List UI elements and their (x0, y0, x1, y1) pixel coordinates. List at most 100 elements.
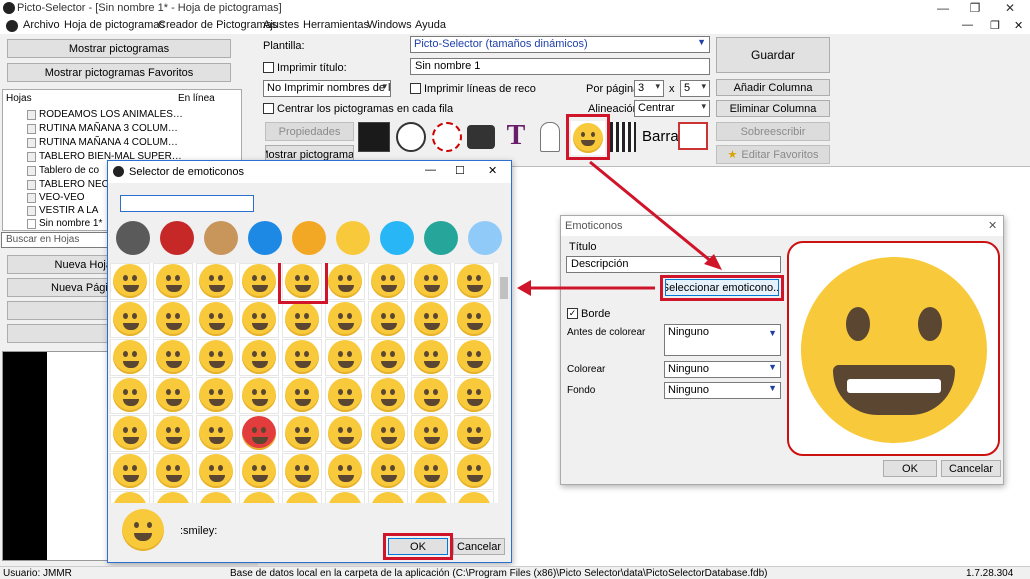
emoji-cell[interactable] (153, 263, 193, 300)
emoji-cell[interactable] (239, 453, 279, 490)
emoji-cell[interactable] (239, 377, 279, 414)
emoji-cell[interactable] (454, 415, 494, 452)
status-version: 1.7.28.304 (966, 568, 1014, 579)
emoji-face-icon (242, 378, 276, 412)
emoji-cell[interactable] (110, 263, 150, 300)
emoji-face-icon (457, 264, 491, 298)
bread-icon[interactable] (204, 221, 238, 255)
emoji-cell[interactable] (153, 339, 193, 376)
selector-cancel-button[interactable]: Cancelar (453, 538, 505, 555)
emoji-face-icon (285, 454, 319, 488)
emoji-cell[interactable] (325, 339, 365, 376)
emoji-cell[interactable] (282, 377, 322, 414)
emoji-cell[interactable] (368, 263, 408, 300)
emoji-cell[interactable] (368, 491, 408, 503)
emoji-cell[interactable] (196, 339, 236, 376)
emoji-cell[interactable] (239, 491, 279, 503)
globe-icon[interactable] (248, 221, 282, 255)
emoji-face-icon (371, 454, 405, 488)
emoji-cell[interactable] (368, 339, 408, 376)
status-user: Usuario: JMMR (3, 568, 72, 579)
emoji-cell[interactable] (196, 453, 236, 490)
emoji-cell[interactable] (411, 263, 451, 300)
emoji-cell[interactable] (153, 491, 193, 503)
emoji-cell[interactable] (325, 491, 365, 503)
emoji-cell[interactable] (282, 339, 322, 376)
emoji-cell[interactable] (325, 377, 365, 414)
category-bar (110, 219, 510, 259)
emoji-cell[interactable] (411, 453, 451, 490)
emoji-cell[interactable] (110, 453, 150, 490)
selector-maximize-button[interactable]: ☐ (455, 164, 465, 177)
emoji-cell[interactable] (110, 339, 150, 376)
emoji-cell[interactable] (454, 453, 494, 490)
emoji-cell[interactable] (411, 377, 451, 414)
emoji-cell[interactable] (110, 301, 150, 338)
emoji-cell[interactable] (454, 301, 494, 338)
emoji-face-icon (156, 416, 190, 450)
emoji-face-icon (113, 492, 147, 503)
camera-icon[interactable] (424, 221, 458, 255)
emoji-cell[interactable] (196, 263, 236, 300)
selector-close-button[interactable]: ✕ (488, 164, 497, 177)
emoji-code: :smiley: (180, 525, 218, 537)
selector-minimize-button[interactable]: — (425, 164, 436, 176)
emoji-cell[interactable] (196, 301, 236, 338)
emoji-cell[interactable] (153, 301, 193, 338)
letter-a-icon[interactable] (380, 221, 414, 255)
emoji-cell[interactable] (239, 415, 279, 452)
emoji-cell[interactable] (239, 339, 279, 376)
emoji-cell[interactable] (368, 453, 408, 490)
emoji-cell[interactable] (454, 491, 494, 503)
smiley-icon[interactable] (336, 221, 370, 255)
emoji-cell[interactable] (196, 491, 236, 503)
emoji-cell[interactable] (153, 377, 193, 414)
emoji-cell[interactable] (411, 301, 451, 338)
emoji-face-icon (371, 492, 405, 503)
book-icon[interactable] (292, 221, 326, 255)
emoji-face-icon (328, 378, 362, 412)
selector-ok-highlight (383, 533, 453, 560)
emoji-cell[interactable] (239, 263, 279, 300)
emoji-cell[interactable] (282, 415, 322, 452)
emoji-cell[interactable] (411, 339, 451, 376)
emoji-cell[interactable] (153, 453, 193, 490)
emoji-cell[interactable] (239, 301, 279, 338)
emoji-cell[interactable] (454, 339, 494, 376)
emoji-cell[interactable] (454, 263, 494, 300)
emoji-face-icon (199, 416, 233, 450)
emoji-cell[interactable] (368, 377, 408, 414)
emoji-cell[interactable] (411, 491, 451, 503)
emoji-face-icon (414, 264, 448, 298)
netherlands-flag-icon[interactable] (160, 221, 194, 255)
emoji-face-icon (457, 492, 491, 503)
hammer-pick-icon[interactable] (116, 221, 150, 255)
emoji-cell[interactable] (368, 301, 408, 338)
emoji-cell[interactable] (282, 301, 322, 338)
emoji-cell[interactable] (196, 377, 236, 414)
emoji-cell[interactable] (325, 453, 365, 490)
scroll-thumb[interactable] (500, 277, 508, 299)
emoji-cell[interactable] (368, 415, 408, 452)
app-logo-icon (113, 166, 124, 177)
emoji-face-icon (242, 454, 276, 488)
emoji-cell[interactable] (325, 415, 365, 452)
emoji-cell[interactable] (196, 415, 236, 452)
emoji-face-icon (371, 378, 405, 412)
emoji-cell[interactable] (110, 491, 150, 503)
emoji-cell[interactable] (110, 415, 150, 452)
status-bar: Usuario: JMMR Base de datos local en la … (0, 566, 1030, 579)
emoji-face-icon (285, 416, 319, 450)
emoji-cell[interactable] (282, 453, 322, 490)
emoji-search-input[interactable] (120, 195, 254, 212)
emoji-cell[interactable] (454, 377, 494, 414)
grid-scrollbar[interactable] (498, 263, 510, 501)
emoji-face-icon (457, 378, 491, 412)
emoji-cell[interactable] (153, 415, 193, 452)
emoji-cell[interactable] (282, 491, 322, 503)
emoji-cell[interactable] (110, 377, 150, 414)
emoji-cell[interactable] (411, 415, 451, 452)
airplane-icon[interactable] (468, 221, 502, 255)
emoji-cell[interactable] (325, 263, 365, 300)
emoji-cell[interactable] (325, 301, 365, 338)
